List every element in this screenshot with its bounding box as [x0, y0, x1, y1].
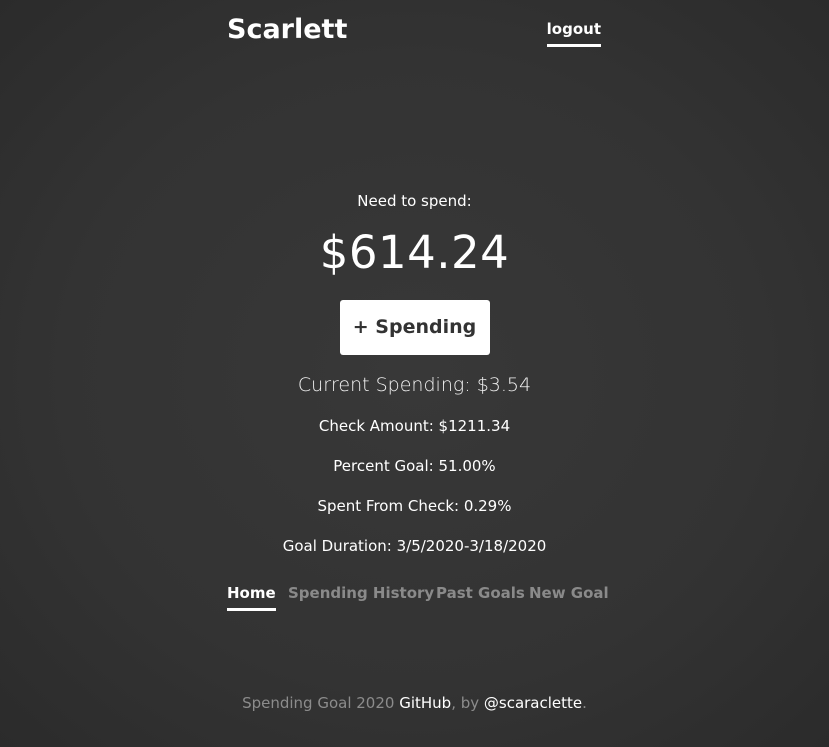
- footer-suffix: .: [582, 694, 587, 712]
- footer-prefix: Spending Goal 2020: [242, 694, 400, 712]
- spent-from-check: Spent From Check: 0.29%: [317, 497, 512, 515]
- nav-new-goal[interactable]: New Goal: [529, 584, 609, 608]
- percent-goal: Percent Goal: 51.00%: [333, 457, 496, 475]
- author-link[interactable]: @scaraclette: [484, 694, 582, 712]
- need-to-spend-amount: $614.24: [319, 226, 510, 279]
- bottom-nav: Home Spending History Past Goals New Goa…: [227, 584, 647, 614]
- spending-summary: Need to spend: $614.24 + Spending Curren…: [0, 190, 829, 558]
- nav-past-goals[interactable]: Past Goals: [436, 584, 525, 608]
- logout-link[interactable]: logout: [546, 20, 601, 47]
- footer: Spending Goal 2020 GitHub, by @scaraclet…: [0, 694, 829, 712]
- current-spending: Current Spending: $3.54: [297, 374, 532, 396]
- nav-spending-history[interactable]: Spending History: [288, 584, 434, 608]
- top-header: Scarlett logout: [227, 0, 601, 60]
- brand-title: Scarlett: [227, 14, 348, 45]
- goal-duration: Goal Duration: 3/5/2020-3/18/2020: [282, 537, 547, 555]
- footer-middle: , by: [451, 694, 484, 712]
- github-link[interactable]: GitHub: [399, 694, 451, 712]
- add-spending-button[interactable]: + Spending: [339, 300, 490, 355]
- need-to-spend-label: Need to spend:: [357, 192, 472, 210]
- check-amount: Check Amount: $1211.34: [318, 417, 511, 435]
- nav-home[interactable]: Home: [227, 584, 276, 611]
